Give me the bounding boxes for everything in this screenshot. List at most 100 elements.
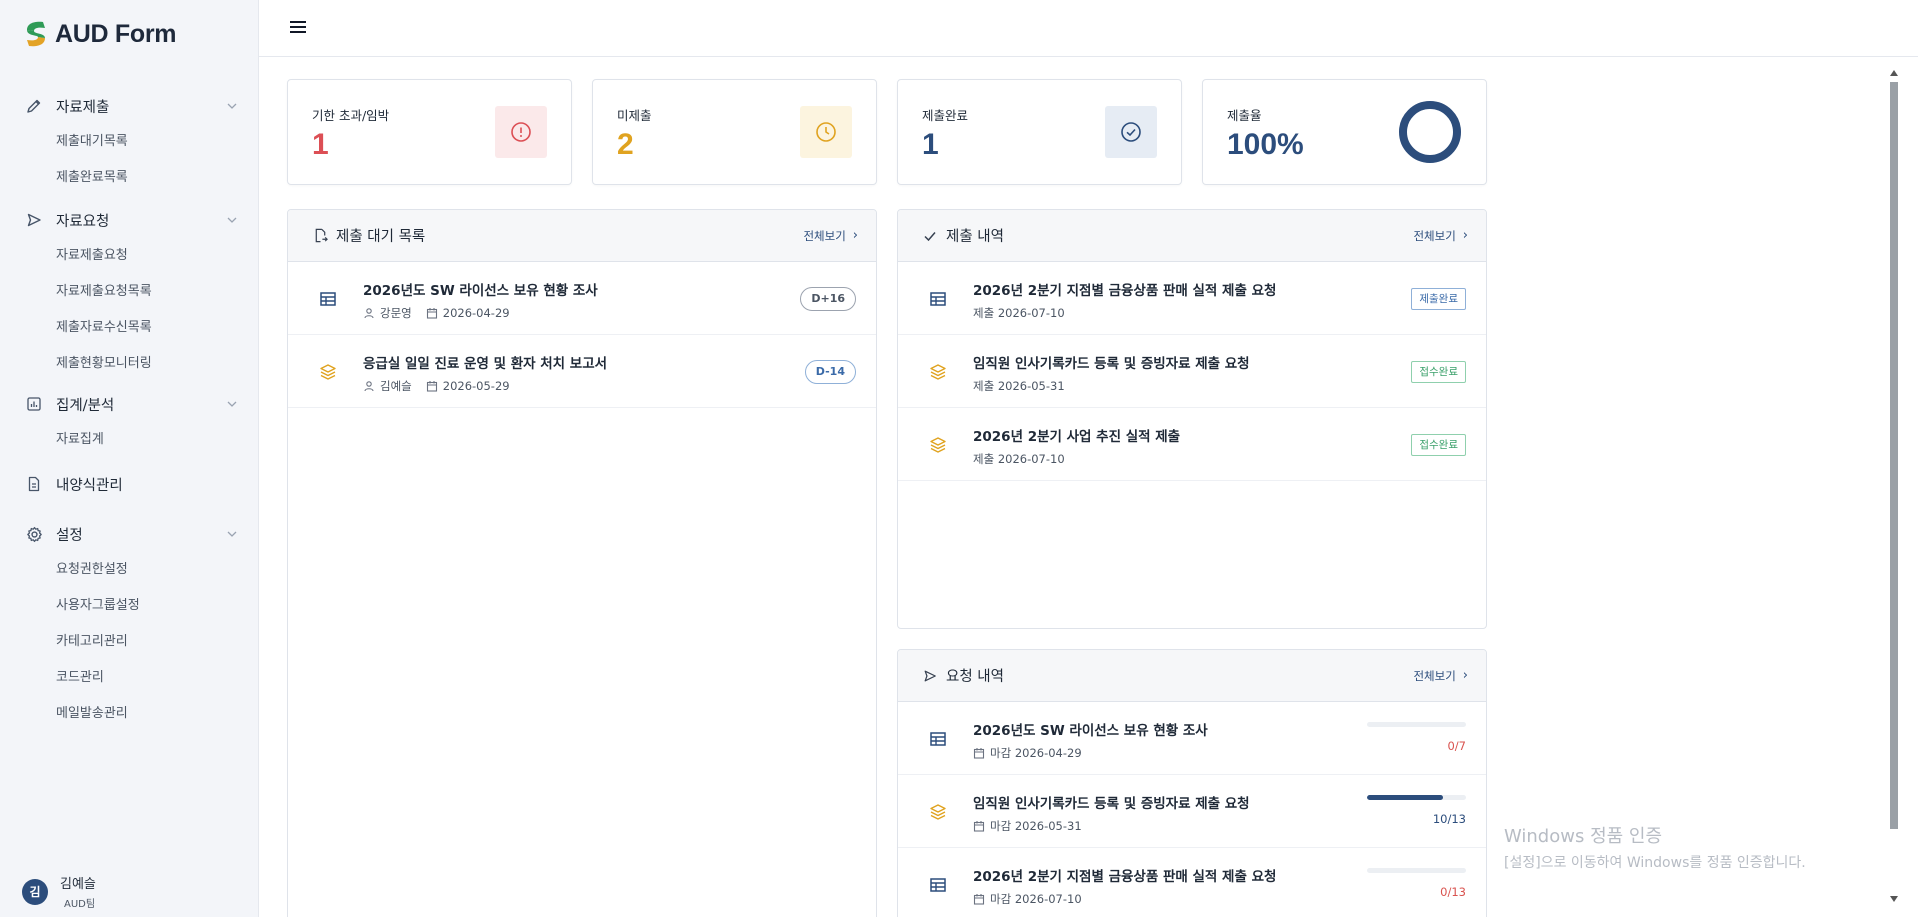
chart-icon [24,394,44,414]
user-icon [364,308,374,319]
nav-item-aggregate[interactable]: 자료집계 [0,422,259,458]
chevron-down-icon [227,215,237,226]
nav-item-request-permission[interactable]: 요청권한설정 [0,552,259,588]
nav-group-my-forms[interactable]: 내양식관리 [0,468,259,500]
nav-group-label: 자료요청 [56,213,110,230]
item-person: 강문영 [380,306,412,320]
progress-text: 0/13 [1440,885,1466,899]
scroll-thumb[interactable] [1890,82,1898,829]
list-item[interactable]: 2026년 2분기 지점별 금융상품 판매 실적 제출 요청 마감 2026-0… [898,848,1486,917]
nav-group-label: 집계/분석 [56,397,115,414]
stat-value: 100% [1227,128,1304,161]
scroll-down-arrow-icon[interactable] [1890,896,1898,902]
item-date: 2026-04-29 [442,306,510,320]
panel-header: 제출 대기 목록 전체보기 › [288,210,876,262]
check-icon [922,228,938,244]
user-name: 김예슬 [60,877,96,892]
item-title: 임직원 인사기록카드 등록 및 증빙자료 제출 요청 [973,356,1250,372]
file-export-icon [312,228,328,244]
user-profile[interactable]: 김 김예슬 AUD팀 [22,873,96,910]
nav-group-settings[interactable]: 설정 [0,518,259,550]
nav-item-submitted-list[interactable]: 제출완료목록 [0,160,259,196]
requests-panel: 요청 내역 전체보기 › 2026년도 SW 라이선스 보유 현황 조사 마감 2… [897,649,1487,917]
progress-text: 0/7 [1447,739,1466,753]
item-title: 2026년 2분기 사업 추진 실적 제출 [973,429,1181,445]
list-item[interactable]: 2026년 2분기 지점별 금융상품 판매 실적 제출 요청 제출 2026-0… [898,262,1486,335]
table-icon [929,730,947,748]
calendar-icon [973,748,985,759]
clock-icon [800,106,852,158]
chevron-down-icon [227,529,237,540]
view-all-link[interactable]: 전체보기 › [803,228,858,244]
nav-item-received-list[interactable]: 제출자료수신목록 [0,310,259,346]
calendar-icon [973,894,985,905]
item-meta: 제출 2026-05-31 [973,379,1065,393]
view-all-link[interactable]: 전체보기 › [1413,228,1468,244]
logo-text: AUD Form [55,19,177,48]
layers-icon [929,363,947,381]
stat-value: 1 [922,128,939,161]
stat-title: 기한 초과/임박 [312,108,390,123]
user-icon [364,381,374,392]
chevron-right-icon: › [1462,228,1468,243]
nav-item-categories[interactable]: 카테고리관리 [0,624,259,660]
send-icon [922,668,938,684]
nav-group-analysis[interactable]: 집계/분석 [0,388,259,420]
panel-title: 제출 내역 [946,229,1004,245]
watermark-title: Windows 정품 인증 [1504,826,1663,847]
list-item[interactable]: 임직원 인사기록카드 등록 및 증빙자료 제출 요청 마감 2026-05-31… [898,775,1486,848]
panel-title: 제출 대기 목록 [336,229,426,245]
status-badge: 제출완료 [1411,288,1466,310]
item-meta: 제출 2026-07-10 [973,452,1065,466]
nav-item-monitoring[interactable]: 제출현황모니터링 [0,346,259,382]
list-item[interactable]: 임직원 인사기록카드 등록 및 증빙자료 제출 요청 제출 2026-05-31… [898,335,1486,408]
nav-group-label: 내양식관리 [56,477,123,494]
nav-group-data-request[interactable]: 자료요청 [0,204,259,236]
status-badge: 접수완료 [1411,434,1466,456]
stat-card-rate: 제출율 100% [1202,79,1487,185]
status-badge: 접수완료 [1411,361,1466,383]
item-date: 2026-05-29 [442,379,510,393]
watermark-subtitle: [설정]으로 이동하여 Windows를 정품 인증합니다. [1504,855,1806,871]
progress: 0/7 [1367,722,1466,753]
app-logo[interactable]: AUD Form [23,18,177,50]
chevron-right-icon: › [852,228,858,243]
sidebar: AUD Form 자료제출 제출대기목록 제출완료목록 자료요청 자료제출요청 … [0,0,259,917]
item-meta: 마감 2026-04-29 [990,746,1082,760]
view-all-link[interactable]: 전체보기 › [1413,668,1468,684]
logo-icon [23,18,49,50]
progress: 10/13 [1367,795,1466,826]
panel-header: 요청 내역 전체보기 › [898,650,1486,702]
list-item[interactable]: 응급실 일일 진료 운영 및 환자 처치 보고서 김예슬 2026-05-29 … [288,335,876,408]
stat-value: 1 [312,128,329,161]
item-title: 임직원 인사기록카드 등록 및 증빙자료 제출 요청 [973,796,1250,812]
nav-group-data-submit[interactable]: 자료제출 [0,90,259,122]
layers-icon [319,363,337,381]
alert-circle-icon [495,106,547,158]
menu-toggle-icon[interactable] [290,21,306,33]
avatar: 김 [22,878,48,905]
progress-text: 10/13 [1432,812,1466,826]
list-item[interactable]: 2026년 2분기 사업 추진 실적 제출 제출 2026-07-10 접수완료 [898,408,1486,481]
chevron-down-icon [227,399,237,410]
nav-item-user-groups[interactable]: 사용자그룹설정 [0,588,259,624]
topbar [259,0,1918,57]
item-meta: 제출 2026-07-10 [973,306,1065,320]
item-title: 2026년 2분기 지점별 금융상품 판매 실적 제출 요청 [973,283,1277,299]
scroll-up-arrow-icon[interactable] [1890,70,1898,76]
document-icon [24,474,44,494]
list-item[interactable]: 2026년도 SW 라이선스 보유 현황 조사 강문영 2026-04-29 D… [288,262,876,335]
chevron-down-icon [227,101,237,112]
nav-item-request-list[interactable]: 자료제출요청목록 [0,274,259,310]
check-circle-icon [1105,106,1157,158]
nav-item-pending-list[interactable]: 제출대기목록 [0,124,259,160]
nav-item-request-create[interactable]: 자료제출요청 [0,238,259,274]
nav-item-codes[interactable]: 코드관리 [0,660,259,696]
nav-item-mail[interactable]: 메일발송관리 [0,696,259,732]
page-scrollbar[interactable] [1887,70,1901,910]
stat-title: 제출완료 [922,108,969,123]
item-title: 2026년 2분기 지점별 금융상품 판매 실적 제출 요청 [973,869,1277,885]
item-meta: 마감 2026-05-31 [990,819,1082,833]
list-item[interactable]: 2026년도 SW 라이선스 보유 현황 조사 마감 2026-04-29 0/… [898,702,1486,775]
user-team: AUD팀 [64,899,96,910]
